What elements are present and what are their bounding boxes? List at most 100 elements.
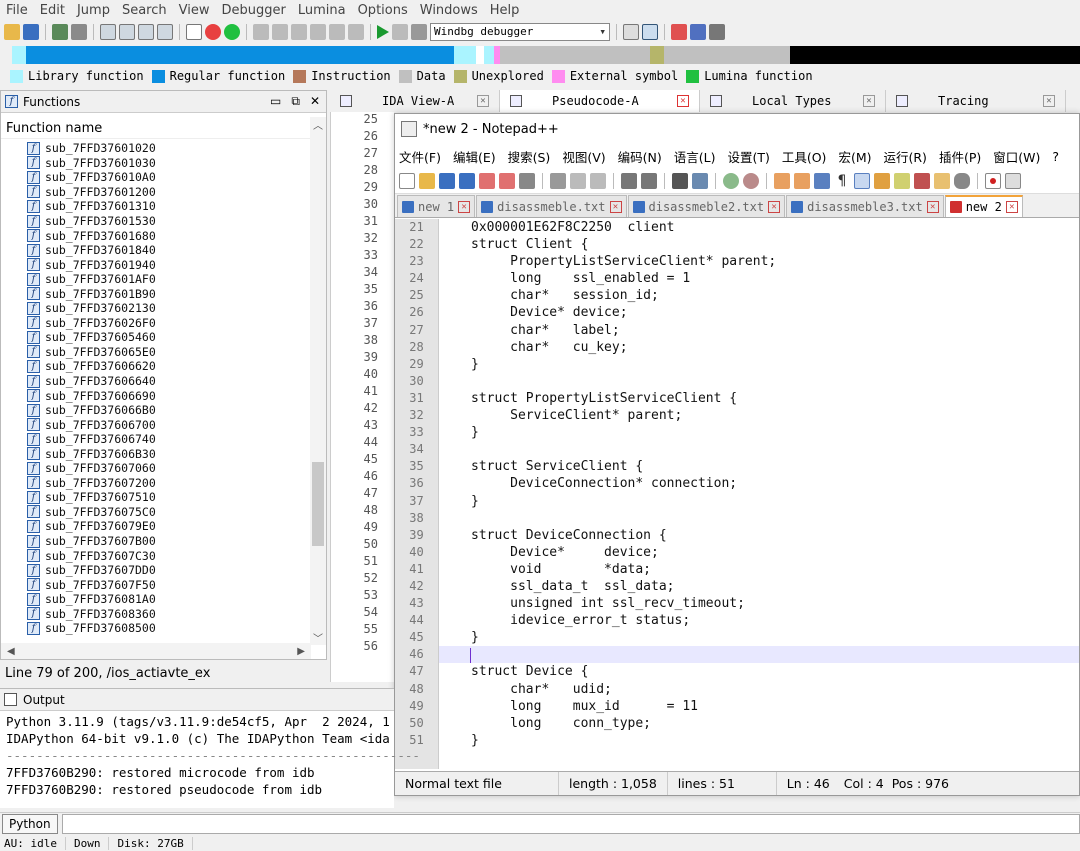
close-icon[interactable]: ✕ — [1005, 201, 1018, 213]
indent-guide-icon[interactable] — [854, 172, 870, 189]
list-item[interactable]: f sub_7FFD376081A0 — [1, 592, 309, 607]
scroll-down-icon[interactable]: ﹀ — [310, 630, 326, 645]
sync-v-icon[interactable] — [774, 172, 790, 189]
horizontal-scrollbar[interactable]: ◀ ▶ — [1, 643, 311, 659]
string-icon[interactable] — [310, 24, 326, 40]
scroll-up-icon[interactable]: ︿ — [310, 117, 326, 132]
menu-item-edit[interactable]: Edit — [34, 3, 71, 18]
cut-icon[interactable] — [550, 172, 566, 189]
enum-icon[interactable] — [157, 24, 173, 40]
list-item[interactable]: f sub_7FFD37607060 — [1, 461, 309, 476]
forward-icon[interactable] — [71, 24, 87, 40]
tab-local-types[interactable]: Local Types ✕ — [700, 90, 886, 112]
find-icon[interactable] — [672, 172, 688, 189]
list-item[interactable]: f sub_7FFD37606640 — [1, 374, 309, 389]
list-item[interactable]: f sub_7FFD37608500 — [1, 621, 309, 635]
stop-icon[interactable] — [411, 24, 427, 40]
threads-icon[interactable] — [690, 24, 706, 40]
npp-menu-item[interactable]: 宏(M) — [838, 147, 871, 166]
code-area[interactable]: 0x000001E62F8C2250 client struct Client {… — [439, 219, 1079, 769]
code-line[interactable]: void *data; — [439, 561, 1079, 578]
copy-icon[interactable] — [570, 172, 586, 189]
code-line[interactable]: struct Device { — [439, 663, 1079, 680]
close-icon[interactable]: ✕ — [926, 200, 939, 213]
function-name-header[interactable]: Function name — [1, 113, 326, 139]
pause-icon[interactable] — [392, 24, 408, 40]
list-item[interactable]: f sub_7FFD37601940 — [1, 257, 309, 272]
python-command-input[interactable] — [61, 813, 1080, 834]
undefine-icon[interactable] — [348, 24, 364, 40]
wrap-icon[interactable] — [814, 172, 830, 189]
sync-h-icon[interactable] — [794, 172, 810, 189]
array-icon[interactable] — [329, 24, 345, 40]
list-item[interactable]: f sub_7FFD37601020 — [1, 141, 309, 156]
list-item[interactable]: f sub_7FFD37601200 — [1, 185, 309, 200]
code-line[interactable]: struct DeviceConnection { — [439, 527, 1079, 544]
npp-menu-item[interactable]: 插件(P) — [939, 147, 981, 166]
list-item[interactable]: f sub_7FFD37606B30 — [1, 446, 309, 461]
function-list[interactable]: f sub_7FFD37601020 f sub_7FFD37601030 f sub_7… — [1, 141, 309, 635]
show-all-chars-icon[interactable]: ¶ — [834, 172, 850, 189]
npp-tab[interactable]: disassmeble3.txt ✕ — [786, 195, 944, 217]
list-item[interactable]: f sub_7FFD376065E0 — [1, 345, 309, 360]
new-file-icon[interactable] — [399, 172, 415, 189]
save-icon[interactable] — [23, 24, 39, 40]
code-line[interactable]: ServiceClient* parent; — [439, 407, 1079, 424]
code-line[interactable]: struct PropertyListServiceClient { — [439, 390, 1079, 407]
code-line[interactable] — [439, 646, 1079, 664]
scroll-left-icon[interactable]: ◀ — [7, 646, 15, 657]
open-icon[interactable] — [4, 24, 20, 40]
npp-menu-item[interactable]: 运行(R) — [883, 147, 926, 166]
npp-menu-item[interactable]: 工具(O) — [782, 147, 827, 166]
float-icon[interactable]: ⧉ — [291, 94, 300, 109]
scroll-right-icon[interactable]: ▶ — [297, 646, 305, 657]
list-item[interactable]: f sub_7FFD37601530 — [1, 214, 309, 229]
zoom-out-icon[interactable] — [743, 172, 759, 189]
code-line[interactable]: PropertyListServiceClient* parent; — [439, 253, 1079, 270]
zoom-in-icon[interactable] — [723, 172, 739, 189]
print-icon[interactable] — [519, 172, 535, 189]
graph-icon[interactable] — [100, 24, 116, 40]
menu-item-windows[interactable]: Windows — [414, 3, 484, 18]
attach-icon[interactable] — [623, 24, 639, 40]
list-item[interactable]: f sub_7FFD37606740 — [1, 432, 309, 447]
list-item[interactable]: f sub_7FFD376075C0 — [1, 505, 309, 520]
list-item[interactable]: f sub_7FFD37601310 — [1, 199, 309, 214]
list-item[interactable]: f sub_7FFD37601030 — [1, 156, 309, 171]
npp-menu-item[interactable]: 视图(V) — [562, 147, 605, 166]
tab-tracing[interactable]: Tracing ✕ — [886, 90, 1066, 112]
lumina-icon[interactable] — [224, 24, 240, 40]
detach-icon[interactable] — [642, 24, 658, 40]
close-icon[interactable]: ✕ — [310, 94, 320, 109]
npp-menu-item[interactable]: 编码(N) — [618, 147, 662, 166]
menu-item-help[interactable]: Help — [484, 3, 526, 18]
npp-menu-item[interactable]: ? — [1052, 149, 1059, 164]
code-line[interactable]: ssl_data_t ssl_data; — [439, 578, 1079, 595]
open-file-icon[interactable] — [419, 172, 435, 189]
code-line[interactable]: long mux_id = 11 — [439, 698, 1079, 715]
list-item[interactable]: f sub_7FFD376010A0 — [1, 170, 309, 185]
close-all-icon[interactable] — [499, 172, 515, 189]
code-line[interactable]: } — [439, 732, 1079, 749]
code-line[interactable]: Device* device; — [439, 544, 1079, 561]
vertical-scrollbar[interactable]: ︿ ﹀ — [310, 117, 326, 645]
data-icon[interactable] — [291, 24, 307, 40]
menu-item-debugger[interactable]: Debugger — [215, 3, 291, 18]
save-icon[interactable] — [439, 172, 455, 189]
list-item[interactable]: f sub_7FFD37607510 — [1, 490, 309, 505]
text-icon[interactable] — [186, 24, 202, 40]
list-item[interactable]: f sub_7FFD37601840 — [1, 243, 309, 258]
function-list-icon[interactable] — [914, 172, 930, 189]
npp-menu-item[interactable]: 文件(F) — [399, 147, 441, 166]
code-line[interactable]: } — [439, 493, 1079, 510]
code-line[interactable]: char* cu_key; — [439, 339, 1079, 356]
menu-item-search[interactable]: Search — [116, 3, 173, 18]
menu-item-lumina[interactable]: Lumina — [292, 3, 352, 18]
patch-icon[interactable] — [253, 24, 269, 40]
list-item[interactable]: f sub_7FFD37607C30 — [1, 548, 309, 563]
list-item[interactable]: f sub_7FFD37602130 — [1, 301, 309, 316]
navigation-band[interactable] — [0, 44, 1080, 66]
code-line[interactable] — [439, 510, 1079, 527]
close-icon[interactable]: ✕ — [768, 200, 781, 213]
list-item[interactable]: f sub_7FFD376079E0 — [1, 519, 309, 534]
